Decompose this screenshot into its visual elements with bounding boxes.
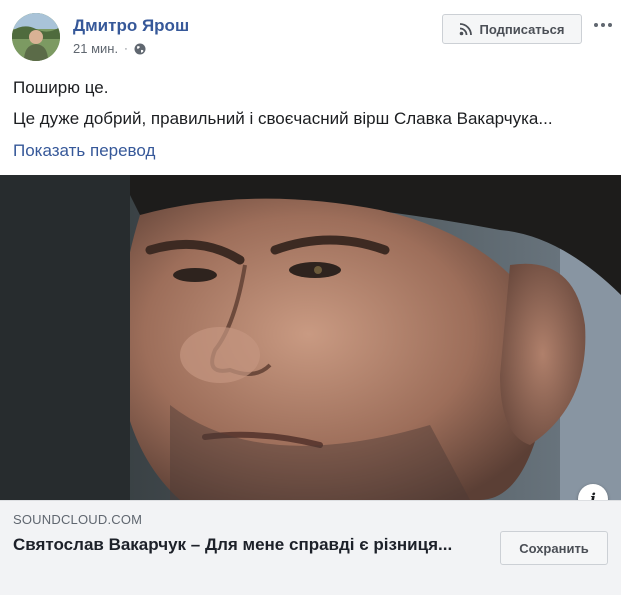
more-options-icon[interactable] [592, 14, 614, 36]
post-text-line-2: Це дуже добрий, правильний і своєчасний … [13, 109, 553, 128]
subscribe-button[interactable]: Подписаться [442, 14, 582, 44]
subscribe-label: Подписаться [479, 21, 565, 37]
link-domain: SOUNDCLOUD.COM [13, 512, 143, 527]
rss-icon [460, 23, 473, 36]
feed-post: Дмитро Ярош 21 мин. · Подписаться Поширю… [0, 0, 621, 595]
link-preview-caption[interactable]: SOUNDCLOUD.COM Святослав Вакарчук – Для … [0, 500, 621, 595]
post-timestamp[interactable]: 21 мин. [73, 41, 118, 57]
post-text-line-1: Поширю це. [13, 78, 109, 97]
link-preview-image[interactable] [0, 175, 621, 500]
meta-separator: · [124, 43, 128, 55]
post-meta: 21 мин. · [73, 41, 146, 57]
globe-icon[interactable] [134, 43, 146, 55]
save-button[interactable]: Сохранить [500, 531, 608, 565]
link-title[interactable]: Святослав Вакарчук – Для мене справді є … [13, 534, 453, 556]
show-translation-link[interactable]: Показать перевод [13, 140, 155, 162]
author-avatar[interactable] [12, 13, 60, 61]
author-name[interactable]: Дмитро Ярош [73, 16, 189, 36]
